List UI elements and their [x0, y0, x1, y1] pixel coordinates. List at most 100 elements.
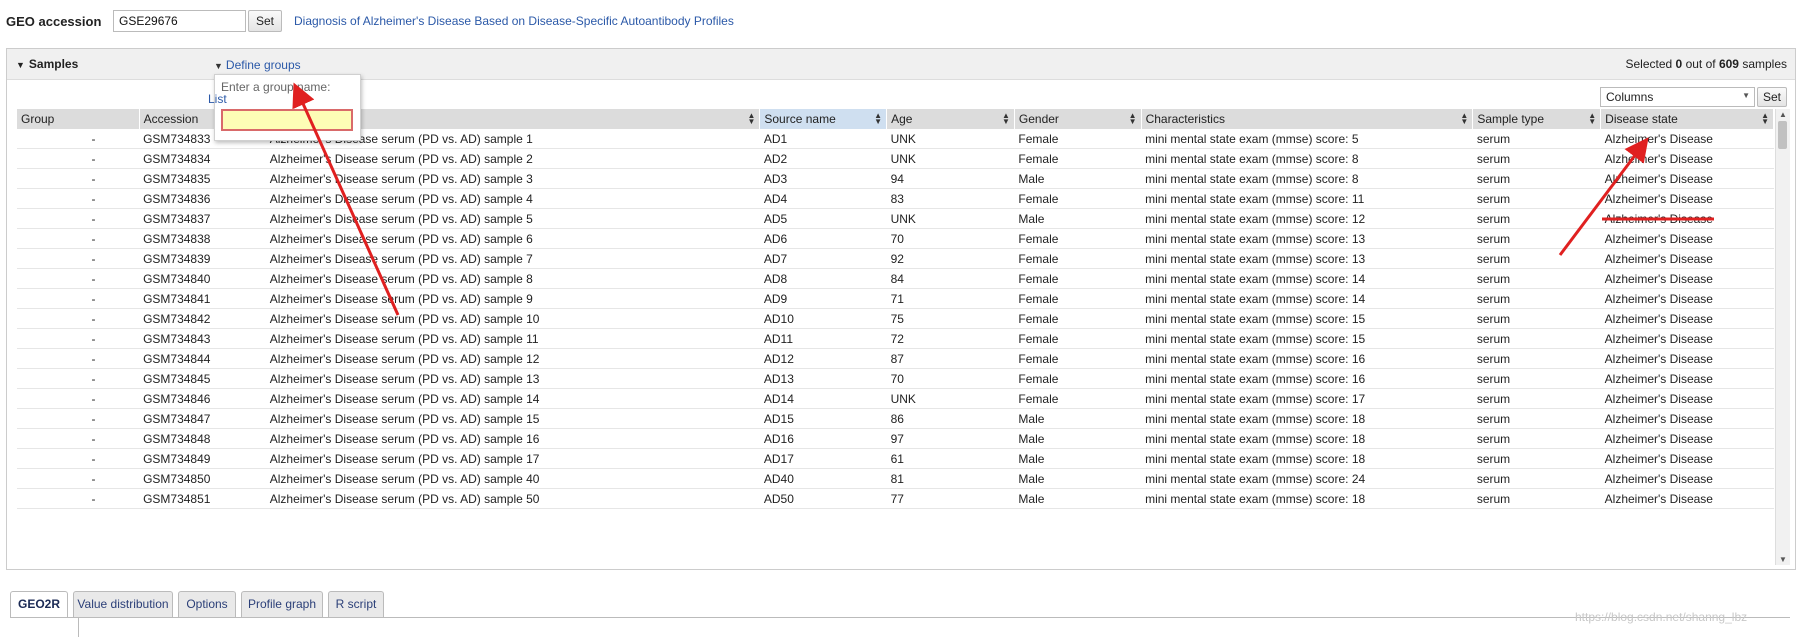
table-cell: AD1 [759, 129, 887, 149]
column-header[interactable]: Sample type ▲ ▼ [1472, 109, 1602, 129]
tab-profile-graph[interactable]: Profile graph [241, 591, 323, 617]
column-header[interactable]: Age ▲ ▼ [886, 109, 1015, 129]
table-cell: 94 [886, 168, 1015, 189]
geo-set-button[interactable]: Set [248, 10, 282, 32]
table-row[interactable]: - GSM734836 Alzheimer's Disease serum (PD … [17, 188, 1774, 209]
scroll-down-icon[interactable]: ▼ [1779, 555, 1787, 564]
table-row[interactable]: - GSM734840 Alzheimer's Disease serum (PD … [17, 268, 1774, 289]
group-name-input[interactable] [221, 109, 353, 131]
column-header-label: Age [891, 112, 913, 126]
sort-arrows-icon[interactable]: ▲ ▼ [874, 112, 882, 126]
table-row[interactable]: - GSM734846 Alzheimer's Disease serum (PD … [17, 388, 1774, 409]
table-cell: mini mental state exam (mmse) score: 18 [1141, 428, 1473, 449]
table-cell: Alzheimer's Disease serum (PD vs. AD) sa… [265, 328, 760, 349]
table-cell: GSM734848 [139, 428, 266, 449]
table-cell: Male [1014, 208, 1142, 229]
geo-accession-input[interactable] [113, 10, 246, 32]
table-cell: Female [1014, 248, 1142, 269]
tab-r-script[interactable]: R script [328, 591, 384, 617]
table-cell: GSM734844 [139, 348, 266, 369]
table-cell: mini mental state exam (mmse) score: 18 [1141, 448, 1473, 469]
samples-toggle[interactable]: ▼ Samples [16, 57, 78, 71]
table-row[interactable]: - GSM734845 Alzheimer's Disease serum (PD … [17, 368, 1774, 389]
table-row[interactable]: - GSM734851 Alzheimer's Disease serum (PD … [17, 488, 1774, 509]
table-row[interactable]: - GSM734837 Alzheimer's Disease serum (PD … [17, 208, 1774, 229]
sort-arrows-icon[interactable]: ▲ ▼ [1761, 112, 1769, 126]
table-row[interactable]: - GSM734847 Alzheimer's Disease serum (PD … [17, 408, 1774, 429]
table-row[interactable]: - GSM734849 Alzheimer's Disease serum (PD … [17, 448, 1774, 469]
table-row[interactable]: - GSM734835 Alzheimer's Disease serum (PD … [17, 168, 1774, 189]
table-cell: Alzheimer's Disease [1600, 129, 1774, 149]
vertical-scrollbar[interactable]: ▲ ▼ [1775, 109, 1790, 565]
columns-set-button[interactable]: Set [1757, 87, 1787, 107]
table-cell: Male [1014, 168, 1142, 189]
table-cell: 92 [886, 248, 1015, 269]
table-cell: Alzheimer's Disease serum (PD vs. AD) sa… [265, 468, 760, 489]
scroll-up-icon[interactable]: ▲ [1779, 110, 1787, 119]
column-header-label: Group [21, 112, 55, 126]
sort-arrows-icon[interactable]: ▲ ▼ [1002, 112, 1010, 126]
define-groups-toggle[interactable]: ▼ Define groups [214, 58, 301, 72]
table-cell: - [17, 248, 140, 269]
sort-arrows-icon[interactable]: ▲ ▼ [1460, 112, 1468, 126]
table-cell: GSM734847 [139, 408, 266, 429]
table-cell: 77 [886, 488, 1015, 509]
table-row[interactable]: - GSM734842 Alzheimer's Disease serum (PD … [17, 308, 1774, 329]
table-cell: mini mental state exam (mmse) score: 12 [1141, 208, 1473, 229]
column-header[interactable]: Characteristics ▲ ▼ [1141, 109, 1474, 129]
table-cell: serum [1472, 328, 1601, 349]
table-cell: 75 [886, 308, 1015, 329]
table-row[interactable]: - GSM734839 Alzheimer's Disease serum (PD … [17, 248, 1774, 269]
table-cell: mini mental state exam (mmse) score: 14 [1141, 268, 1473, 289]
table-cell: Alzheimer's Disease [1600, 228, 1774, 249]
table-cell: mini mental state exam (mmse) score: 18 [1141, 488, 1473, 509]
column-header[interactable]: Disease state ▲ ▼ [1600, 109, 1774, 129]
table-cell: Alzheimer's Disease [1600, 168, 1774, 189]
column-header[interactable]: Gender ▲ ▼ [1014, 109, 1142, 129]
dataset-title-link[interactable]: Diagnosis of Alzheimer's Disease Based o… [294, 14, 734, 28]
sort-arrows-icon[interactable]: ▲ ▼ [747, 112, 755, 126]
table-row[interactable]: - GSM734848 Alzheimer's Disease serum (PD … [17, 428, 1774, 449]
table-cell: 61 [886, 448, 1015, 469]
table-row[interactable]: - GSM734843 Alzheimer's Disease serum (PD … [17, 328, 1774, 349]
table-cell: - [17, 368, 140, 389]
table-cell: Alzheimer's Disease serum (PD vs. AD) sa… [265, 348, 760, 369]
table-row[interactable]: - GSM734838 Alzheimer's Disease serum (PD … [17, 228, 1774, 249]
define-groups-label: Define groups [225, 58, 301, 72]
table-cell: mini mental state exam (mmse) score: 16 [1141, 348, 1473, 369]
watermark-text: https://blog.csdn.net/shanng_lbz [1575, 610, 1748, 624]
table-cell: mini mental state exam (mmse) score: 18 [1141, 408, 1473, 429]
column-header[interactable]: Group [17, 109, 140, 129]
table-cell: Female [1014, 368, 1142, 389]
table-cell: Male [1014, 488, 1142, 509]
table-row[interactable]: - GSM734844 Alzheimer's Disease serum (PD … [17, 348, 1774, 369]
table-cell: GSM734846 [139, 388, 266, 409]
scrollbar-thumb[interactable] [1778, 121, 1787, 149]
table-row[interactable]: - GSM734850 Alzheimer's Disease serum (PD … [17, 468, 1774, 489]
table-cell: UNK [886, 388, 1015, 409]
tab-value-distribution[interactable]: Value distribution [73, 591, 173, 617]
table-cell: Alzheimer's Disease [1600, 248, 1774, 269]
table-cell: 86 [886, 408, 1015, 429]
table-cell: - [17, 129, 140, 149]
columns-select[interactable]: Columns ▼ [1600, 87, 1755, 107]
table-cell: Alzheimer's Disease serum (PD vs. AD) sa… [265, 428, 760, 449]
tab-options[interactable]: Options [178, 591, 236, 617]
column-header[interactable]: Source name ▲ ▼ [759, 109, 888, 129]
table-row[interactable]: - GSM734834 Alzheimer's Disease serum (PD … [17, 148, 1774, 169]
table-cell: AD40 [759, 468, 887, 489]
table-cell: serum [1472, 388, 1601, 409]
table-cell: AD50 [759, 488, 887, 509]
sort-arrows-icon[interactable]: ▲ ▼ [1588, 112, 1596, 126]
table-row[interactable]: - GSM734841 Alzheimer's Disease serum (PD … [17, 288, 1774, 309]
table-cell: - [17, 468, 140, 489]
table-cell: serum [1472, 168, 1601, 189]
group-list-link[interactable]: List [208, 92, 227, 106]
sort-arrows-icon[interactable]: ▲ ▼ [1129, 112, 1137, 126]
table-cell: 81 [886, 468, 1015, 489]
table-cell: GSM734841 [139, 288, 266, 309]
tab-geo2r[interactable]: GEO2R [10, 591, 68, 618]
table-cell: serum [1472, 129, 1601, 149]
table-cell: GSM734839 [139, 248, 266, 269]
table-cell: GSM734850 [139, 468, 266, 489]
